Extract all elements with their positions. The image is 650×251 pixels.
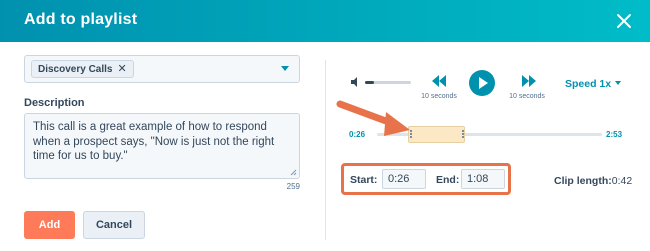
chevron-down-icon[interactable] xyxy=(281,66,289,71)
rewind-label: 10 seconds xyxy=(421,93,457,100)
start-time-input[interactable]: 0:26 xyxy=(382,169,426,189)
forward-label: 10 seconds xyxy=(509,93,545,100)
character-count: 259 xyxy=(286,182,300,191)
clip-length: Clip length:0:42 xyxy=(554,175,632,187)
clip-length-label: Clip length: xyxy=(554,175,612,187)
description-textarea[interactable]: This call is a great example of how to r… xyxy=(24,113,300,179)
volume-icon[interactable] xyxy=(349,75,363,89)
volume-slider-fill xyxy=(365,81,375,84)
modal-title: Add to playlist xyxy=(24,11,138,28)
cancel-button[interactable]: Cancel xyxy=(83,211,145,239)
add-button[interactable]: Add xyxy=(24,211,75,239)
end-label: End: xyxy=(436,174,460,186)
playlist-tag-label: Discovery Calls xyxy=(38,64,113,75)
resize-handle-icon[interactable] xyxy=(289,168,297,176)
speed-label: Speed 1x xyxy=(565,78,612,90)
end-time-input[interactable]: 1:08 xyxy=(461,169,505,189)
fast-forward-icon[interactable] xyxy=(521,74,537,88)
clip-end-handle[interactable] xyxy=(461,129,464,140)
clip-range-box: Start: 0:26 End: 1:08 xyxy=(341,163,511,195)
modal-header: Add to playlist xyxy=(0,0,650,42)
chevron-down-icon xyxy=(615,81,622,85)
speed-dropdown[interactable]: Speed 1x xyxy=(565,78,622,90)
play-icon xyxy=(479,77,488,89)
start-label: Start: xyxy=(350,174,378,186)
close-icon[interactable] xyxy=(612,9,636,33)
playlist-tag: Discovery Calls ✕ xyxy=(31,60,134,78)
rewind-icon[interactable] xyxy=(431,74,447,88)
column-divider xyxy=(325,60,326,240)
volume-slider[interactable] xyxy=(365,81,411,84)
arrow-icon xyxy=(336,100,410,136)
description-text: This call is a great example of how to r… xyxy=(33,121,275,162)
clip-length-value: 0:42 xyxy=(611,175,633,187)
tag-remove-icon[interactable]: ✕ xyxy=(118,63,127,75)
total-time: 2:53 xyxy=(606,130,623,139)
playlist-select[interactable]: Discovery Calls ✕ xyxy=(24,55,300,83)
play-button[interactable] xyxy=(469,70,495,96)
description-label: Description xyxy=(24,97,85,109)
